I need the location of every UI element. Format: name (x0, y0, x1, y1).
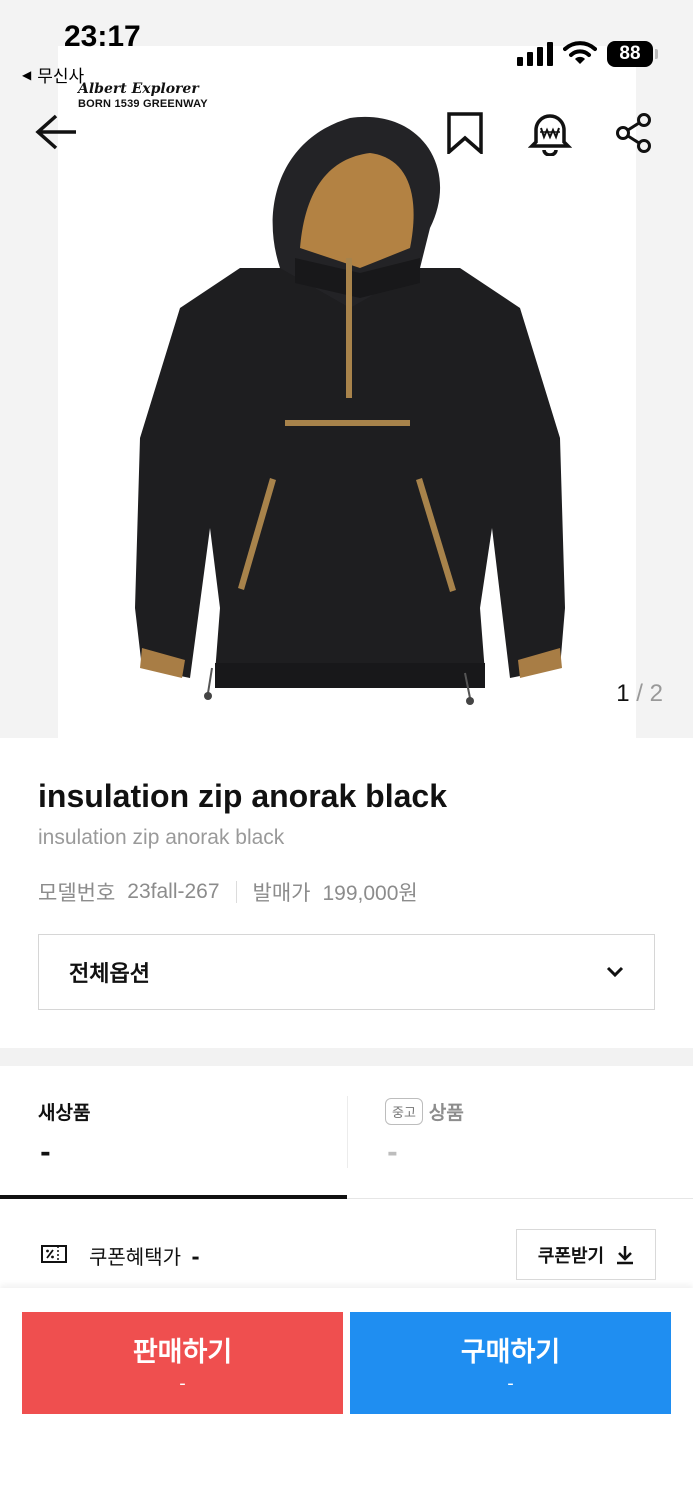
brand-watermark: Albert Explorer BORN 1539 GREENWAY (78, 82, 208, 110)
release-price-label: 발매가 (252, 882, 311, 905)
status-time: 23:17 (64, 20, 141, 53)
model-number-value: 23fall-267 (127, 880, 220, 903)
bookmark-icon[interactable] (446, 112, 484, 154)
section-divider (0, 1048, 693, 1066)
back-app-label: 무신사 (37, 67, 85, 87)
battery-nub (655, 49, 658, 59)
battery-indicator: 88 (607, 41, 653, 67)
back-triangle-icon: ◀ (22, 67, 32, 82)
image-counter-total: 2 (649, 680, 663, 707)
get-coupon-button[interactable]: 쿠폰받기 (516, 1229, 656, 1280)
tab-new-product[interactable]: 새상품 - (0, 1066, 347, 1198)
coupon-price: 쿠폰혜택가 - (89, 1241, 200, 1270)
anorak-jacket-image (135, 116, 565, 705)
tab-used-price: - (387, 1138, 398, 1168)
image-counter: 1 / 2 (616, 680, 663, 708)
image-counter-current: 1 (616, 680, 630, 707)
product-title: insulation zip anorak black (38, 778, 447, 814)
coupon-price-label: 쿠폰혜택가 (89, 1245, 181, 1269)
brand-tagline: BORN 1539 GREENWAY (78, 98, 208, 110)
cellular-signal-icon (517, 42, 553, 66)
arrow-left-icon[interactable] (34, 112, 78, 152)
download-icon (617, 1245, 634, 1264)
options-label: 전체옵션 (69, 962, 150, 987)
brand-name: Albert Explorer (78, 81, 199, 97)
release-price-value: 199,000원 (322, 882, 418, 905)
share-icon[interactable] (615, 112, 653, 154)
tab-new-label: 새상품 (38, 1102, 91, 1124)
wifi-icon (563, 41, 597, 64)
tab-used-label: 상품 (428, 1102, 464, 1124)
buy-button[interactable]: 구매하기 - (350, 1312, 671, 1414)
coupon-icon (41, 1245, 67, 1263)
options-dropdown[interactable]: 전체옵션 (38, 934, 655, 1010)
tab-used-label-group: 중고 상품 (385, 1098, 464, 1125)
coupon-price-value: - (191, 1245, 200, 1269)
model-number-label: 모델번호 (38, 882, 116, 905)
tab-new-price: - (40, 1138, 51, 1168)
back-to-app-link[interactable]: ◀ 무신사 (22, 62, 84, 87)
tab-used-product[interactable]: 중고 상품 - (347, 1066, 693, 1198)
product-subtitle: insulation zip anorak black (38, 826, 285, 849)
sell-button[interactable]: 판매하기 - (22, 1312, 343, 1414)
get-coupon-label: 쿠폰받기 (537, 1245, 605, 1267)
sell-button-label: 판매하기 (132, 1337, 233, 1368)
product-meta: 모델번호 23fall-267 발매가 199,000원 (38, 877, 418, 907)
sell-button-price: - (179, 1373, 186, 1394)
buy-button-price: - (507, 1373, 514, 1394)
buy-button-label: 구매하기 (460, 1337, 561, 1368)
image-counter-separator: / (636, 680, 643, 707)
product-image-area: Albert Explorer BORN 1539 GREENWAY 1 / 2 (0, 0, 693, 738)
meta-divider (235, 881, 237, 903)
chevron-down-icon (606, 966, 624, 978)
price-alert-bell-icon[interactable] (528, 110, 572, 156)
tab-active-indicator (0, 1195, 347, 1199)
used-badge: 중고 (385, 1098, 423, 1125)
